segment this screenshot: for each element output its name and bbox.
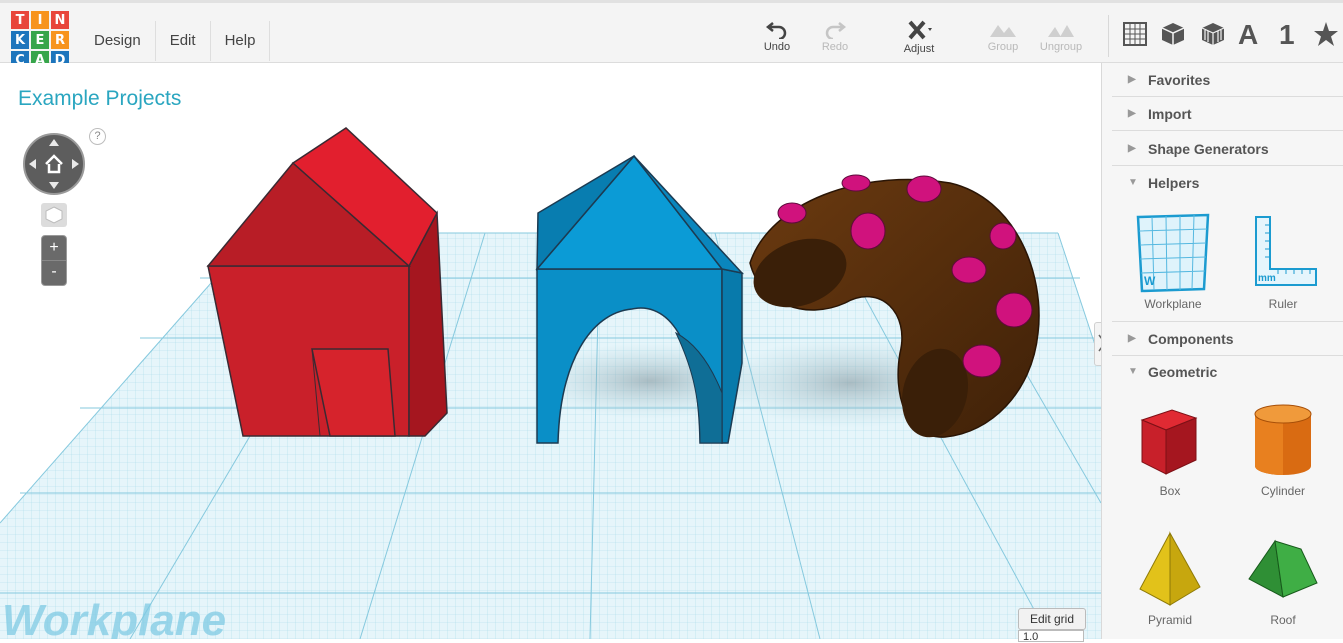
snap-grid-select[interactable]: 1.0 — [1018, 630, 1084, 643]
top-toolbar: T I N K E R C A D Design Edit Help Undo … — [0, 0, 1343, 69]
zoom-in-button[interactable]: + — [42, 236, 66, 261]
logo-letter: I — [31, 11, 49, 29]
svg-text:mm: mm — [1258, 273, 1276, 284]
shape-box[interactable]: Box — [1120, 400, 1220, 498]
ungroup-icon — [1048, 25, 1074, 37]
helper-ruler[interactable]: mm Ruler — [1233, 213, 1333, 311]
adjust-button[interactable]: Adjust — [891, 19, 947, 55]
zoom-control: + - — [41, 235, 67, 286]
logo-letter: T — [11, 11, 29, 29]
section-shape-generators[interactable]: ▶ Shape Generators — [1112, 132, 1343, 166]
triangle-down-icon: ▼ — [1128, 177, 1138, 188]
number-icon[interactable]: 1 — [1279, 19, 1295, 51]
section-label: Favorites — [1148, 71, 1211, 88]
view-cube-nav[interactable] — [22, 132, 88, 198]
shape-roof[interactable]: Roof — [1233, 527, 1333, 627]
shape-label: Roof — [1270, 613, 1296, 627]
triangle-right-icon: ▶ — [1128, 143, 1136, 154]
menu-design[interactable]: Design — [80, 21, 156, 61]
triangle-down-icon: ▼ — [1128, 366, 1138, 377]
section-favorites[interactable]: ▶ Favorites — [1112, 63, 1343, 97]
zoom-out-button[interactable]: - — [42, 261, 66, 285]
logo-letter: K — [11, 31, 29, 49]
roof-icon — [1248, 539, 1318, 598]
group-icon — [990, 25, 1016, 37]
workplane-label: Workplane — [2, 596, 226, 639]
help-icon[interactable]: ? — [89, 128, 106, 145]
grid-view-icon[interactable] — [1122, 21, 1148, 47]
home-view-icon[interactable] — [41, 203, 67, 227]
red-house-shape[interactable] — [206, 127, 448, 437]
group-label: Group — [987, 41, 1019, 53]
logo-letter: E — [31, 31, 49, 49]
box-view-icon[interactable] — [1160, 21, 1186, 47]
section-label: Helpers — [1148, 174, 1200, 191]
main-menu: Design Edit Help — [80, 21, 271, 61]
redo-label: Redo — [821, 41, 849, 53]
triangle-right-icon: ▶ — [1128, 74, 1136, 85]
ungroup-button[interactable]: Ungroup — [1033, 19, 1089, 53]
shape-pyramid[interactable]: Pyramid — [1120, 527, 1220, 627]
redo-button[interactable]: Redo — [807, 19, 863, 53]
shapes-sidebar: ▶ Favorites ▶ Import ▶ Shape Generators ▼ He… — [1101, 63, 1343, 639]
triangle-right-icon: ▶ — [1128, 108, 1136, 119]
helper-label: Workplane — [1144, 297, 1202, 311]
redo-icon — [825, 22, 847, 39]
section-helpers[interactable]: ▼ Helpers — [1112, 166, 1343, 199]
edit-grid-button[interactable]: Edit grid — [1018, 608, 1086, 630]
wire-box-icon[interactable] — [1200, 21, 1226, 47]
scene[interactable]: Workplane — [0, 63, 1101, 639]
ruler-icon: mm — [1255, 216, 1317, 286]
menu-edit[interactable]: Edit — [156, 21, 211, 61]
workplane-icon: W — [1136, 213, 1210, 293]
group-button[interactable]: Group — [975, 19, 1031, 53]
section-label: Shape Generators — [1148, 140, 1269, 157]
project-title[interactable]: Example Projects — [18, 87, 181, 111]
toolbar-divider — [1108, 15, 1109, 57]
section-import[interactable]: ▶ Import — [1112, 97, 1343, 131]
shape-label: Cylinder — [1260, 484, 1305, 498]
section-label: Geometric — [1148, 363, 1218, 380]
cylinder-icon — [1254, 404, 1312, 475]
logo-letter: R — [51, 31, 69, 49]
section-label: Import — [1148, 105, 1192, 122]
star-icon[interactable] — [1313, 21, 1339, 47]
helper-label: Ruler — [1268, 297, 1298, 311]
logo-letter: N — [51, 11, 69, 29]
shape-label: Pyramid — [1147, 613, 1192, 627]
section-geometric[interactable]: ▼ Geometric — [1112, 355, 1343, 388]
undo-label: Undo — [763, 41, 791, 53]
adjust-label: Adjust — [903, 43, 935, 55]
section-label: Components — [1148, 330, 1234, 347]
adjust-icon — [908, 20, 932, 40]
shape-label: Box — [1159, 484, 1181, 498]
box-icon — [1140, 409, 1198, 475]
section-components[interactable]: ▶ Components — [1112, 321, 1343, 356]
shape-cylinder[interactable]: Cylinder — [1233, 400, 1333, 498]
menu-help[interactable]: Help — [211, 21, 271, 61]
design-canvas[interactable]: Workplane Example Projects ? + - — [0, 63, 1101, 639]
triangle-right-icon: ▶ — [1128, 333, 1136, 344]
undo-button[interactable]: Undo — [749, 19, 805, 53]
text-icon[interactable]: A — [1238, 19, 1258, 51]
svg-text:W: W — [1144, 274, 1156, 288]
helper-workplane[interactable]: W Workplane — [1123, 213, 1223, 311]
pyramid-icon — [1139, 531, 1201, 606]
ungroup-label: Ungroup — [1039, 41, 1083, 53]
snap-grid-value: 1.0 — [1023, 631, 1039, 643]
undo-icon — [765, 22, 787, 39]
